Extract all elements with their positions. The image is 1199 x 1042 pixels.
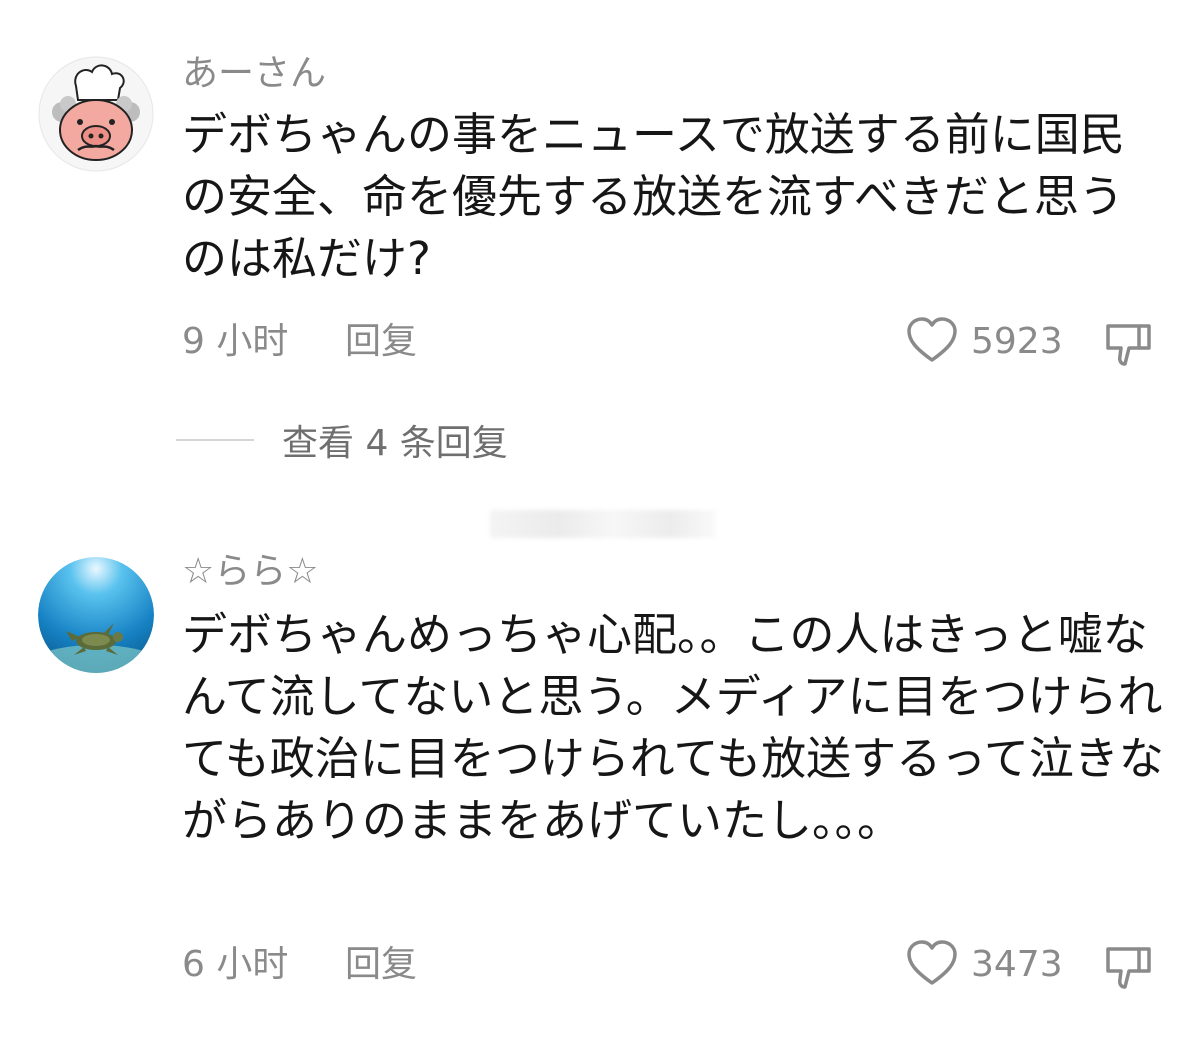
timestamp: 6 小时 [182, 944, 289, 985]
heart-icon [905, 316, 959, 368]
sea-turtle-avatar[interactable] [38, 557, 154, 673]
timestamp: 9 小时 [182, 321, 289, 362]
username[interactable]: ☆らら☆ [182, 550, 319, 594]
reply-button[interactable]: 回复 [345, 943, 417, 987]
thumbs-down-icon [1106, 324, 1151, 366]
heart-icon [905, 939, 959, 991]
comment-text: デボちゃんの事をニュースで放送する前に国民の安全、命を優先する放送を流すべきだと… [182, 108, 1125, 285]
dislike-button[interactable] [1103, 941, 1155, 993]
like-button[interactable]: 3473 [905, 939, 1063, 991]
view-replies-button[interactable]: 查看 4 条回复 [176, 415, 508, 465]
blurred-region [490, 510, 716, 538]
thumbs-down-icon [1106, 947, 1151, 989]
like-button[interactable]: 5923 [905, 316, 1063, 368]
like-count: 3473 [971, 944, 1063, 985]
dislike-button[interactable] [1103, 318, 1155, 370]
like-count: 5923 [971, 321, 1063, 362]
chef-pig-avatar[interactable] [38, 56, 154, 172]
view-replies-label: 查看 4 条回复 [282, 423, 508, 464]
comment-text: デボちゃんめっちゃ心配。。この人はきっと嘘なんて流してないと思う。メディアに目を… [182, 608, 1164, 847]
reply-button[interactable]: 回复 [345, 320, 417, 364]
divider-line [176, 439, 254, 441]
username[interactable]: あーさん [182, 52, 326, 96]
